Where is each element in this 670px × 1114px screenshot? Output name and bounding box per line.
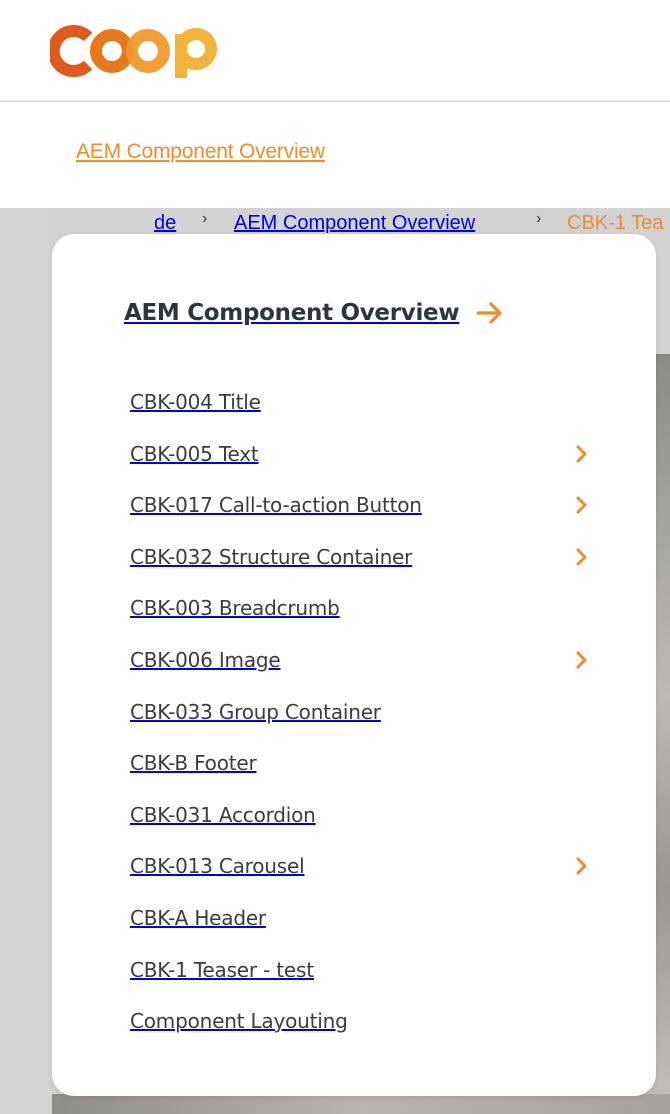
menu-item[interactable]: CBK-017 Call-to-action Button [130, 485, 590, 525]
menu-item-label: CBK-004 Title [130, 390, 261, 414]
subnav-link-aem-component-overview[interactable]: AEM Component Overview [76, 140, 325, 164]
menu-item[interactable]: CBK-B Footer [130, 743, 590, 783]
menu-item[interactable]: CBK-1 Teaser - test [130, 950, 590, 990]
menu-item[interactable]: CBK-003 Breadcrumb [130, 588, 590, 628]
menu-item-label: Component Layouting [130, 1009, 348, 1033]
background-left [0, 208, 52, 1114]
menu-item[interactable]: CBK-006 Image [130, 640, 590, 680]
menu-item-label: CBK-1 Teaser - test [130, 958, 314, 982]
menu-item[interactable]: CBK-033 Group Container [130, 692, 590, 732]
menu-item[interactable]: Component Layouting [130, 1001, 590, 1041]
breadcrumb-item-current: CBK-1 Tea [567, 212, 664, 234]
breadcrumb-separator-icon: › [202, 210, 208, 227]
chevron-right-icon[interactable] [574, 548, 590, 566]
menu-title: AEM Component Overview [124, 300, 460, 326]
breadcrumb-item-de[interactable]: de [154, 212, 176, 235]
menu-item-label: CBK-032 Structure Container [130, 545, 413, 569]
chevron-right-icon[interactable] [574, 651, 590, 669]
arrow-right-icon [476, 302, 502, 324]
chevron-right-icon[interactable] [574, 445, 590, 463]
menu-item[interactable]: CBK-031 Accordion [130, 795, 590, 835]
menu-title-link[interactable]: AEM Component Overview [124, 296, 505, 330]
menu-item-label: CBK-033 Group Container [130, 700, 381, 724]
breadcrumb-item-aem-component-overview[interactable]: AEM Component Overview [234, 212, 475, 235]
menu-item-label: CBK-017 Call-to-action Button [130, 493, 422, 517]
menu-item-label: CBK-A Header [130, 906, 266, 930]
menu-item-label: CBK-006 Image [130, 648, 281, 672]
menu-item-label: CBK-031 Accordion [130, 803, 316, 827]
menu-item-label: CBK-013 Carousel [130, 854, 305, 878]
menu-item[interactable]: CBK-005 Text [130, 434, 590, 474]
menu-item[interactable]: CBK-A Header [130, 898, 590, 938]
hero-image-bottom [52, 1094, 670, 1114]
chevron-right-icon[interactable] [574, 496, 590, 514]
menu-item[interactable]: CBK-032 Structure Container [130, 537, 590, 577]
menu-item-label: CBK-003 Breadcrumb [130, 596, 340, 620]
logo-icon [50, 25, 217, 78]
menu-item-label: CBK-005 Text [130, 442, 259, 466]
site-header [0, 0, 670, 101]
menu-item-label: CBK-B Footer [130, 751, 257, 775]
breadcrumb-separator-icon: › [536, 210, 542, 227]
menu-item[interactable]: CBK-013 Carousel [130, 846, 590, 886]
menu-item[interactable]: CBK-004 Title [130, 382, 590, 422]
flyout-menu: AEM Component Overview CBK-004 Title CBK-… [52, 234, 656, 1096]
chevron-right-icon[interactable] [574, 857, 590, 875]
